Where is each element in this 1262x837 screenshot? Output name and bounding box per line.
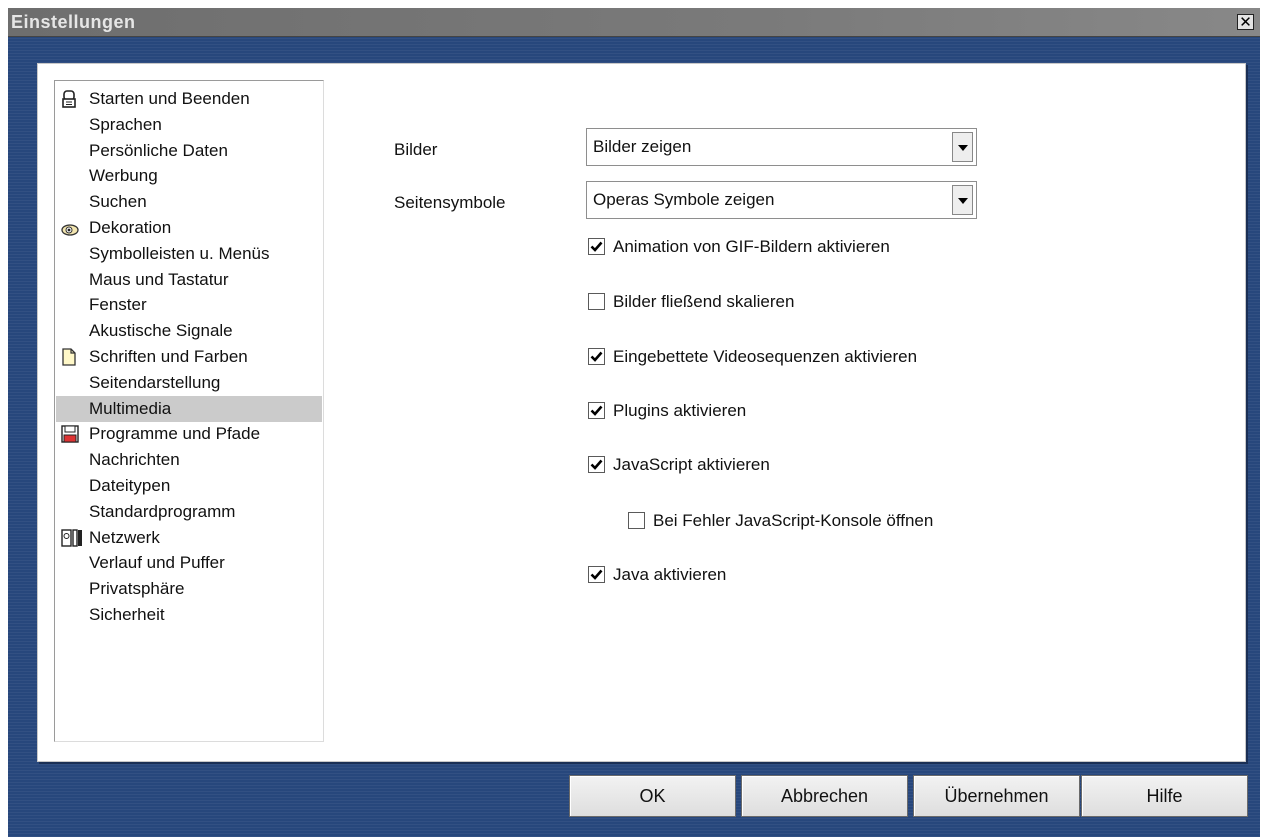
category-label: Multimedia bbox=[89, 398, 172, 418]
cancel-button[interactable]: Abbrechen bbox=[741, 775, 908, 817]
category-label: Fenster bbox=[89, 295, 147, 315]
option-label: Bilder fließend skalieren bbox=[613, 292, 795, 311]
category-label: Symbolleisten u. Menüs bbox=[89, 243, 270, 263]
category-item[interactable]: Dekoration bbox=[56, 215, 322, 241]
category-label: Werbung bbox=[89, 166, 158, 186]
category-item[interactable]: Standardprogramm bbox=[56, 499, 322, 525]
option-checkbox[interactable] bbox=[588, 293, 605, 310]
category-label: Suchen bbox=[89, 192, 147, 212]
floppy-disk-icon bbox=[61, 425, 79, 444]
category-label: Maus und Tastatur bbox=[89, 269, 229, 289]
category-item[interactable]: Starten und Beenden bbox=[56, 86, 322, 112]
help-button[interactable]: Hilfe bbox=[1081, 775, 1248, 817]
option-checkbox[interactable] bbox=[588, 348, 605, 365]
category-label: Starten und Beenden bbox=[89, 89, 250, 108]
category-item[interactable]: Privatsphäre bbox=[56, 576, 322, 602]
option-label: Bei Fehler JavaScript-Konsole öffnen bbox=[653, 511, 934, 530]
checkmark-icon bbox=[590, 405, 603, 416]
page-icons-dropdown[interactable]: Operas Symbole zeigen bbox=[586, 181, 977, 219]
category-label: Akustische Signale bbox=[89, 321, 233, 341]
ok-button[interactable]: OK bbox=[569, 775, 736, 817]
close-button[interactable]: ✕ bbox=[1237, 14, 1254, 30]
category-item[interactable]: Akustische Signale bbox=[56, 318, 322, 344]
category-item[interactable]: Maus und Tastatur bbox=[56, 267, 322, 293]
category-label: Sprachen bbox=[89, 114, 162, 134]
category-label: Netzwerk bbox=[89, 527, 160, 547]
option-checkbox[interactable] bbox=[588, 402, 605, 419]
category-label: Nachrichten bbox=[89, 450, 180, 470]
category-item[interactable]: Seitendarstellung bbox=[56, 370, 322, 396]
close-icon: ✕ bbox=[1239, 13, 1252, 31]
startup-icon bbox=[61, 90, 79, 108]
apply-button[interactable]: Übernehmen bbox=[913, 775, 1080, 817]
category-item[interactable]: Suchen bbox=[56, 189, 322, 215]
eye-icon bbox=[61, 219, 79, 237]
category-label: Seitendarstellung bbox=[89, 372, 221, 392]
category-item[interactable]: Sprachen bbox=[56, 112, 322, 138]
category-list[interactable]: Starten und Beenden Sprachen Persönliche D… bbox=[54, 80, 324, 742]
category-item[interactable]: Symbolleisten u. Menüs bbox=[56, 241, 322, 267]
category-item[interactable]: Verlauf und Puffer bbox=[56, 550, 322, 576]
checkmark-icon bbox=[590, 241, 603, 252]
category-item[interactable]: Fenster bbox=[56, 292, 322, 318]
option-checkbox[interactable] bbox=[628, 512, 645, 529]
chevron-down-icon[interactable] bbox=[952, 185, 973, 215]
category-item[interactable]: Programme und Pfade bbox=[56, 421, 322, 447]
option-label: Java aktivieren bbox=[613, 565, 727, 584]
category-label: Dateitypen bbox=[89, 476, 171, 495]
category-label: Dekoration bbox=[89, 218, 172, 237]
title-bar[interactable]: Einstellungen ✕ bbox=[8, 8, 1260, 37]
option-checkbox[interactable] bbox=[588, 456, 605, 473]
checkmark-icon bbox=[590, 569, 603, 580]
category-item[interactable]: Netzwerk bbox=[56, 525, 322, 551]
checkmark-icon bbox=[590, 459, 603, 470]
images-dropdown[interactable]: Bilder zeigen bbox=[586, 128, 977, 166]
category-label: Verlauf und Puffer bbox=[89, 553, 225, 573]
category-item[interactable]: Dateitypen bbox=[56, 473, 322, 499]
settings-panel: Starten und Beenden Sprachen Persönliche D… bbox=[37, 63, 1246, 762]
category-item[interactable]: Nachrichten bbox=[56, 447, 322, 473]
network-icon bbox=[61, 528, 82, 547]
page-icons-dropdown-value: Operas Symbole zeigen bbox=[593, 190, 775, 209]
category-label: Persönliche Daten bbox=[89, 140, 228, 160]
page-icons-label: Seitensymbole bbox=[394, 193, 506, 212]
category-item[interactable]: Persönliche Daten bbox=[56, 138, 322, 164]
option-label: Animation von GIF-Bildern aktivieren bbox=[613, 237, 890, 256]
category-item[interactable]: Multimedia bbox=[56, 395, 322, 422]
settings-window: Einstellungen ✕ Starten und Beenden Sprac… bbox=[8, 8, 1260, 837]
checkmark-icon bbox=[590, 351, 603, 362]
option-label: Plugins aktivieren bbox=[613, 401, 747, 420]
chevron-down-icon[interactable] bbox=[952, 132, 973, 162]
category-label: Standardprogramm bbox=[89, 501, 236, 521]
window-title: Einstellungen bbox=[11, 12, 136, 32]
option-checkbox[interactable] bbox=[588, 566, 605, 583]
category-item[interactable]: Sicherheit bbox=[56, 602, 322, 628]
option-label: JavaScript aktivieren bbox=[613, 455, 770, 474]
category-item[interactable]: Schriften und Farben bbox=[56, 344, 322, 370]
option-label: Eingebettete Videosequenzen aktivieren bbox=[613, 347, 918, 366]
category-label: Privatsphäre bbox=[89, 579, 185, 599]
images-label: Bilder bbox=[394, 140, 438, 159]
document-icon bbox=[61, 348, 79, 366]
images-dropdown-value: Bilder zeigen bbox=[593, 137, 692, 156]
category-label: Programme und Pfade bbox=[89, 424, 261, 444]
option-checkbox[interactable] bbox=[588, 238, 605, 255]
category-label: Schriften und Farben bbox=[89, 347, 248, 366]
category-label: Sicherheit bbox=[89, 605, 165, 624]
category-item[interactable]: Werbung bbox=[56, 163, 322, 189]
